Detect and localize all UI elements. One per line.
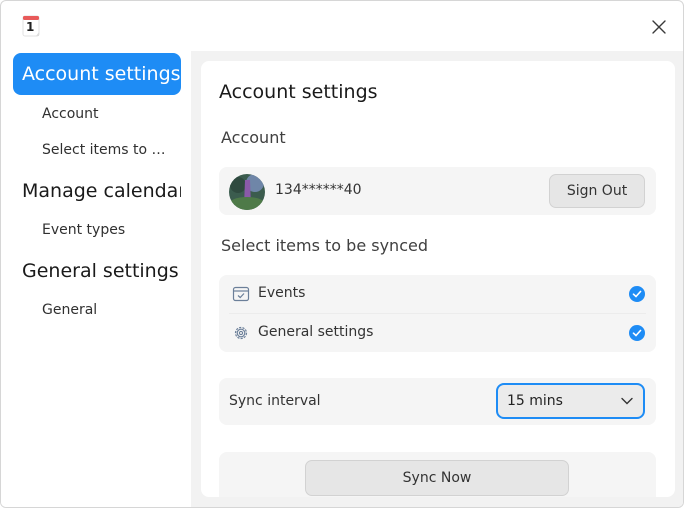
sidebar-item-general[interactable]: General (42, 302, 174, 318)
sidebar-group-account-settings[interactable]: Account settings (13, 53, 181, 95)
sidebar-group-manage-calendar[interactable]: Manage calendar (13, 170, 181, 212)
sync-items-card: Events General settings (219, 275, 656, 352)
sidebar-group-general-settings[interactable]: General settings (13, 250, 181, 292)
calendar-app-icon-day: 1 (26, 20, 35, 34)
close-icon (652, 20, 666, 34)
sync-interval-label: Sync interval (229, 393, 321, 409)
avatar (229, 174, 265, 210)
events-checkbox[interactable] (629, 286, 645, 302)
title-bar: 1 (1, 1, 683, 51)
sync-interval-card: Sync interval 15 mins (219, 378, 656, 425)
sidebar-item-select-items[interactable]: Select items to be synced (42, 142, 174, 158)
sidebar-group-label: General settings (22, 260, 179, 282)
sidebar-group-label: Manage calendar (22, 180, 181, 202)
sync-item-general-settings[interactable]: General settings (219, 314, 656, 352)
sync-now-card: Sync Now (219, 452, 656, 497)
sync-interval-select[interactable]: 15 mins (496, 383, 645, 419)
sidebar-item-event-types[interactable]: Event types (42, 222, 174, 238)
calendar-app-icon: 1 (21, 15, 43, 39)
sidebar: Account settings Account Select items to… (1, 51, 191, 507)
sign-out-button[interactable]: Sign Out (549, 174, 645, 208)
account-card: 134******40 Sign Out (219, 167, 656, 215)
sync-item-label: Events (258, 285, 306, 301)
sync-item-events[interactable]: Events (219, 275, 656, 314)
settings-window: 1 Account settings Account Select items … (0, 0, 684, 508)
calendar-event-icon (232, 286, 250, 302)
sync-item-label: General settings (258, 324, 374, 340)
close-button[interactable] (647, 15, 671, 39)
gear-icon (234, 326, 248, 340)
sync-items-heading: Select items to be synced (221, 236, 428, 255)
page-title: Account settings (219, 81, 378, 103)
settings-content[interactable]: Account settings Account 134******40 Sig… (201, 61, 675, 497)
account-heading: Account (221, 128, 286, 147)
sidebar-group-label: Account settings (22, 63, 181, 85)
account-username: 134******40 (275, 182, 362, 198)
general-settings-checkbox[interactable] (629, 325, 645, 341)
sidebar-item-account[interactable]: Account (42, 106, 174, 122)
check-icon (632, 329, 642, 337)
check-icon (632, 290, 642, 298)
chevron-down-icon (621, 397, 633, 405)
sync-interval-value: 15 mins (507, 393, 563, 409)
sync-now-button[interactable]: Sync Now (305, 460, 569, 496)
